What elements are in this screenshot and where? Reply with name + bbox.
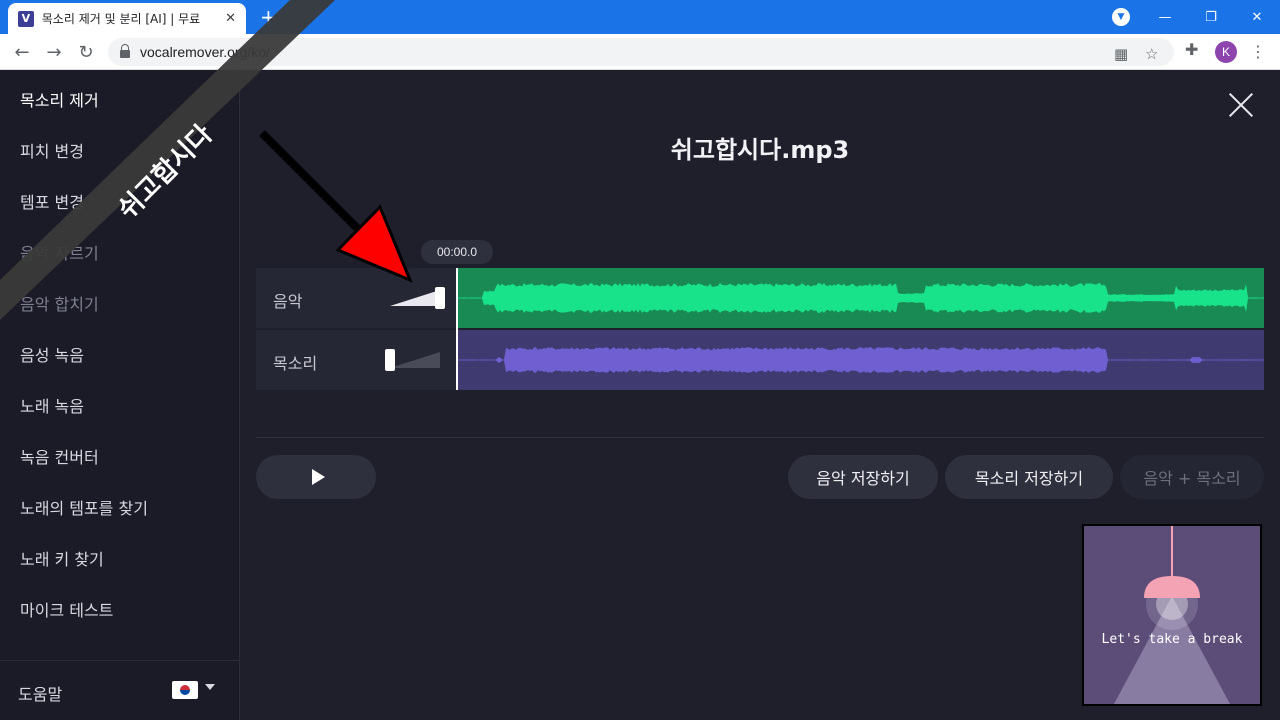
sidebar-item-cutter[interactable]: 음악 자르기: [20, 240, 99, 264]
sidebar-item-voice-recorder[interactable]: 음성 녹음: [20, 342, 84, 366]
vocalremover-favicon-icon: V: [18, 10, 34, 27]
divider: [256, 437, 1264, 438]
back-arrow-icon[interactable]: ←: [10, 40, 34, 64]
minimize-icon[interactable]: —: [1142, 0, 1188, 34]
restore-icon[interactable]: ❐: [1188, 0, 1234, 34]
star-icon[interactable]: ☆: [1145, 45, 1158, 63]
waveform-voice[interactable]: [456, 330, 1264, 390]
lock-icon[interactable]: [120, 44, 130, 58]
page-title: 쉬고합시다.mp3: [670, 136, 850, 164]
sidebar-item-pitch[interactable]: 피치 변경: [20, 138, 84, 162]
browser-titlebar: V 목소리 제거 및 분리 [AI] | 무료 ✕ + ▼ — ❐ ✕: [0, 0, 1280, 34]
url-text: vocalremover.org/ko/: [140, 44, 270, 60]
playhead[interactable]: [456, 268, 458, 390]
volume-ramp-icon: [390, 352, 440, 368]
kebab-icon[interactable]: ⋮: [1250, 42, 1266, 61]
sidebar-item-joiner[interactable]: 음악 합치기: [20, 291, 99, 315]
sidebar-footer: 도움말: [0, 660, 239, 720]
save-voice-button[interactable]: 목소리 저장하기: [945, 455, 1113, 499]
play-icon: [311, 469, 325, 485]
lamp-icon: [1114, 526, 1230, 704]
waveform-voice-graphic: [456, 347, 1264, 373]
time-indicator: 00:00.0: [421, 240, 493, 264]
browser-tab[interactable]: V 목소리 제거 및 분리 [AI] | 무료 ✕: [8, 3, 246, 34]
break-thumbnail: Let's take a break: [1082, 524, 1262, 706]
help-link[interactable]: 도움말: [18, 681, 62, 705]
korea-flag-icon[interactable]: [172, 681, 198, 699]
puzzle-icon[interactable]: ✚: [1185, 40, 1198, 59]
volume-ramp-icon: [390, 290, 440, 306]
thumbnail-text: Let's take a break: [1101, 632, 1243, 647]
close-icon[interactable]: [1228, 92, 1254, 118]
forward-arrow-icon[interactable]: →: [42, 40, 66, 64]
waveform-music-graphic: [456, 283, 1264, 313]
tab-search-icon[interactable]: ▼: [1112, 8, 1130, 26]
address-bar[interactable]: vocalremover.org/ko/ ▦ ☆: [108, 38, 1174, 66]
reload-icon[interactable]: ↻: [74, 40, 98, 64]
window-close-icon[interactable]: ✕: [1234, 0, 1280, 34]
browser-toolbar: ← → ↻ vocalremover.org/ko/ ▦ ☆: [0, 34, 1280, 70]
sidebar-item-karaoke[interactable]: 노래 녹음: [20, 393, 84, 417]
tab-title: 목소리 제거 및 분리 [AI] | 무료: [41, 12, 201, 26]
qr-icon[interactable]: ▦: [1114, 45, 1128, 63]
save-music-button[interactable]: 음악 저장하기: [788, 455, 938, 499]
track-music: 음악: [256, 268, 1264, 328]
sidebar-item-converter[interactable]: 녹음 컨버터: [20, 444, 99, 468]
window-controls: — ❐ ✕: [1142, 0, 1280, 34]
sidebar-item-key-finder[interactable]: 노래 키 찾기: [20, 546, 104, 570]
sidebar-item-tempo[interactable]: 템포 변경: [20, 189, 84, 213]
new-tab-button[interactable]: +: [260, 5, 277, 29]
volume-slider-music[interactable]: [435, 287, 445, 309]
save-both-button[interactable]: 음악 + 목소리: [1120, 455, 1264, 499]
volume-slider-voice[interactable]: [385, 349, 395, 371]
avatar[interactable]: K: [1215, 41, 1237, 63]
sidebar-item-mic-test[interactable]: 마이크 테스트: [20, 597, 113, 621]
sidebar-item-vocal-remover[interactable]: 목소리 제거: [20, 87, 99, 111]
sidebar: 목소리 제거 피치 변경 템포 변경 음악 자르기 음악 합치기 음성 녹음 노…: [0, 70, 240, 720]
play-button[interactable]: [256, 455, 376, 499]
tab-close-icon[interactable]: ✕: [225, 11, 236, 26]
chevron-down-icon[interactable]: [205, 684, 215, 690]
track-label: 음악: [273, 292, 303, 311]
track-voice: 목소리: [256, 330, 1264, 390]
waveform-music[interactable]: [456, 268, 1264, 328]
track-label: 목소리: [273, 354, 318, 373]
sidebar-item-bpm-finder[interactable]: 노래의 템포를 찾기: [20, 495, 148, 519]
